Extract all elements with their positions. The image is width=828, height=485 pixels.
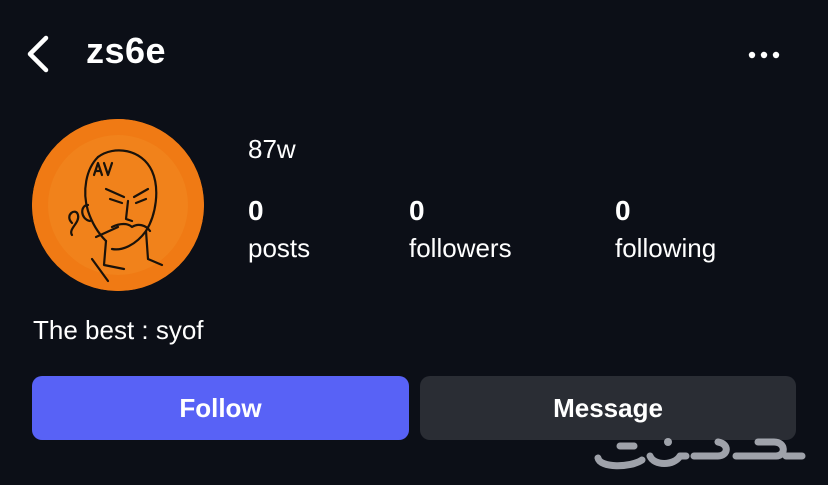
avatar-sketch-image <box>32 119 204 291</box>
avatar[interactable] <box>32 119 204 291</box>
profile-header: zs6e <box>0 0 828 110</box>
stat-followers[interactable]: 0 followers <box>409 192 512 266</box>
more-options-button[interactable] <box>744 40 784 70</box>
following-count: 0 <box>615 195 631 226</box>
stat-posts[interactable]: 0 posts <box>248 192 310 266</box>
posts-count: 0 <box>248 195 264 226</box>
profile-tag: 87w <box>248 134 296 164</box>
followers-label: followers <box>409 233 512 263</box>
following-label: following <box>615 233 717 263</box>
chevron-left-icon <box>27 35 49 73</box>
more-horizontal-icon <box>748 51 780 59</box>
back-button[interactable] <box>20 32 60 76</box>
profile-username: zs6e <box>86 30 167 71</box>
profile-bio: The best : syof <box>33 315 204 345</box>
followers-count: 0 <box>409 195 425 226</box>
posts-label: posts <box>248 233 311 263</box>
stat-following[interactable]: 0 following <box>615 192 716 266</box>
haraj-watermark-logo <box>590 428 810 480</box>
follow-button[interactable]: Follow <box>32 376 409 440</box>
